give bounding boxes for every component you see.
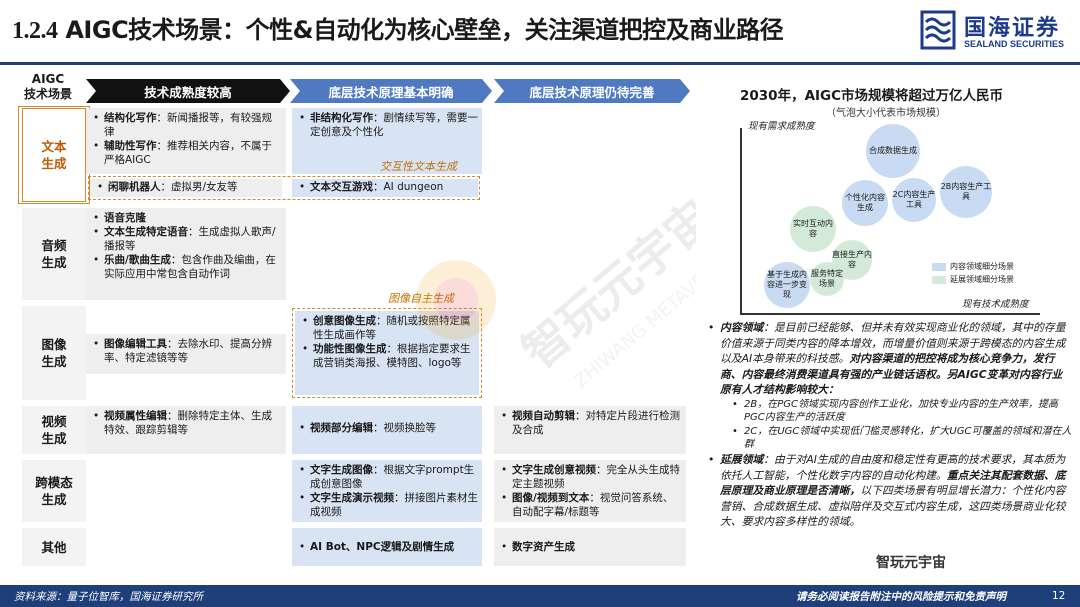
other-basic-cell: AI Bot、NPC逻辑及剧情生成: [292, 528, 482, 566]
analysis-text: 内容领域：是目前已经能够、但并未有效实现商业化的领域，其中的存量价值来源于同类内…: [708, 320, 1072, 530]
list-item: 功能性图像生成：根据指定要求生成营销类海报、模特图、logo等: [301, 342, 475, 370]
image-gen-mature-cell: 图像编辑工具：去除水印、提高分辨率、特定滤镜等等: [86, 334, 286, 374]
analysis-content-domain: 内容领域：是目前已经能够、但并未有效实现商业化的领域，其中的存量价值来源于同类内…: [708, 320, 1072, 398]
text-row-highlight: [18, 106, 90, 204]
page-title: 1.2.4 AIGC技术场景：个性&自动化为核心壁垒，关注渠道把控及商业路径: [12, 10, 784, 45]
footer-disclaimer: 请务必阅读报告附注中的风险提示和免责声明: [796, 590, 1006, 603]
list-item: 结构化写作：新闻播报等，有较强规律: [92, 111, 282, 139]
title-divider: [0, 62, 1080, 65]
row-label-other: 其他: [22, 528, 86, 566]
legend-item: 内容领域细分场景: [932, 260, 1014, 273]
text-gen-mature-cell: 结构化写作：新闻播报等，有较强规律 辅助性写作：推荐相关内容，不属于严格AIGC: [86, 108, 286, 174]
bubble-synthetic-data: 合成数据生成: [866, 124, 920, 178]
bubble-personalized: 个性化内容生成: [842, 180, 888, 226]
x-axis-label: 现有技术成熟度: [962, 299, 1029, 310]
text-game-cell: 文本交互游戏：AI dungeon: [292, 179, 478, 197]
footer-bar: 资料来源：量子位智库，国海证券研究所 请务必阅读报告附注中的风险提示和免责声明 …: [0, 585, 1080, 607]
list-item: 文本交互游戏：AI dungeon: [298, 180, 474, 194]
analysis-extend-domain: 延展领域：由于对AI生成的自由度和稳定性有更高的技术要求，其本质为依托人工智能，…: [708, 452, 1072, 530]
chart-subtitle: （气泡大小代表市场规模）: [826, 108, 946, 119]
legend-swatch: [932, 275, 946, 284]
column-header-1: 技术成熟度较高: [86, 79, 290, 103]
analysis-sub-2b: 2B，在PGC领域实现内容创作工业化，加快专业内容的生产效率，提高PGC内容生产…: [708, 398, 1072, 425]
bubble-2b-tool: 2B内容生产工具: [940, 166, 992, 218]
list-item: 图像/视频到文本：视觉问答系统、自动配字幕/标题等: [500, 491, 682, 519]
list-item: 图像编辑工具：去除水印、提高分辨率、特定滤镜等等: [92, 337, 282, 365]
logo-cn: 国海证券: [964, 16, 1061, 41]
list-item: 乐曲/歌曲生成：包含作曲及编曲，在实际应用中常包含自动作词: [92, 253, 282, 281]
legend-item: 延展领域细分场景: [932, 273, 1014, 286]
svg-text:ZHIWANG METAVERSE: ZHIWANG METAVERSE: [571, 247, 696, 392]
footer-source: 资料来源：量子位智库，国海证券研究所: [14, 590, 203, 603]
list-item: 视频部分编辑：视频换脸等: [298, 421, 478, 435]
logo-en: SEALAND SECURITIES: [964, 39, 1065, 49]
bubble-monetize: 基于生成内容进一步变现: [764, 262, 810, 308]
analysis-sub-2c: 2C，在UGC领域中实现低门槛灵感转化，扩大UGC可覆盖的领域和潜在人群: [708, 425, 1072, 452]
list-item: 文本生成特定语音：生成虚拟人歌声/播报等: [92, 225, 282, 253]
list-item: 闲聊机器人：虚拟男/女友等: [96, 180, 278, 194]
title-text: AIGC技术场景：个性&自动化为核心壁垒，关注渠道把控及商业路径: [65, 16, 784, 44]
y-axis-label: 现有需求成熟度: [748, 121, 815, 132]
sealand-logo: 国海证券 SEALAND SECURITIES: [920, 8, 1070, 56]
row-label-cross: 跨模态 生成: [22, 460, 86, 522]
list-item: AI Bot、NPC逻辑及剧情生成: [298, 540, 478, 554]
cross-gen-open-cell: 文字生成创意视频：完全从头生成特定主题视频 图像/视频到文本：视觉问答系统、自动…: [494, 460, 686, 522]
bubble-specific-scene: 服务特定场景: [810, 262, 844, 296]
list-item: 文字生成创意视频：完全从头生成特定主题视频: [500, 463, 682, 491]
audio-gen-mature-cell: 语音克隆 文本生成特定语音：生成虚拟人歌声/播报等 乐曲/歌曲生成：包含作曲及编…: [86, 208, 286, 300]
table-corner-label: AIGC 技术场景: [23, 72, 72, 101]
image-gen-basic-cell: 创意图像生成：随机或按照特定属性生成画作等 功能性图像生成：根据指定要求生成营销…: [295, 311, 479, 395]
list-item: 视频属性编辑：删除特定主体、生成特效、跟踪剪辑等: [92, 409, 282, 437]
column-header-2: 底层技术原理基本明确: [290, 79, 492, 103]
bubble-2c-tool: 2C内容生产工具: [892, 178, 936, 222]
page-number: 12: [1052, 590, 1066, 602]
interactive-text-label: 交互性文本生成: [380, 160, 457, 173]
svg-text:智玩元宇宙: 智玩元宇宙: [512, 190, 696, 379]
image-auto-label: 图像自主生成: [388, 292, 454, 305]
list-item: 数字资产生成: [500, 540, 682, 554]
chart-legend: 内容领域细分场景 延展领域细分场景: [932, 260, 1014, 286]
list-item: 创意图像生成：随机或按照特定属性生成画作等: [301, 314, 475, 342]
other-open-cell: 数字资产生成: [494, 528, 686, 566]
x-axis: [740, 313, 1040, 315]
row-label-audio: 音频 生成: [22, 208, 86, 300]
list-item: 辅助性写作：推荐相关内容，不属于严格AIGC: [92, 139, 282, 167]
legend-swatch: [932, 262, 946, 271]
chatbot-cell: 闲聊机器人：虚拟男/女友等: [90, 179, 282, 197]
list-item: 文字生成演示视频：拼接图片素材生成视频: [298, 491, 478, 519]
row-label-image: 图像 生成: [22, 306, 86, 400]
sealand-logo-icon: [920, 10, 956, 50]
list-item: 文字生成图像：根据文字prompt生成创意图像: [298, 463, 478, 491]
chart-title: 2030年，AIGC市场规模将超过万亿人民币: [740, 88, 1004, 104]
video-gen-open-cell: 视频自动剪辑：对特定片段进行检测及合成: [494, 406, 686, 454]
list-item: 视频自动剪辑：对特定片段进行检测及合成: [500, 409, 682, 437]
video-gen-basic-cell: 视频部分编辑：视频换脸等: [292, 406, 482, 454]
watermark-badge: 智玩元宇宙: [876, 555, 946, 571]
list-item: 非结构化写作：剧情续写等，需要一定创意及个性化: [298, 111, 478, 139]
video-gen-mature-cell: 视频属性编辑：删除特定主体、生成特效、跟踪剪辑等: [86, 406, 286, 454]
cross-gen-basic-cell: 文字生成图像：根据文字prompt生成创意图像 文字生成演示视频：拼接图片素材生…: [292, 460, 482, 522]
bubble-realtime: 实时互动内容: [790, 206, 836, 252]
column-header-3: 底层技术原理仍待完善: [494, 79, 690, 103]
section-number: 1.2.4: [12, 18, 58, 44]
row-label-video: 视频 生成: [22, 406, 86, 454]
list-item: 语音克隆: [92, 211, 282, 225]
y-axis: [740, 128, 742, 314]
